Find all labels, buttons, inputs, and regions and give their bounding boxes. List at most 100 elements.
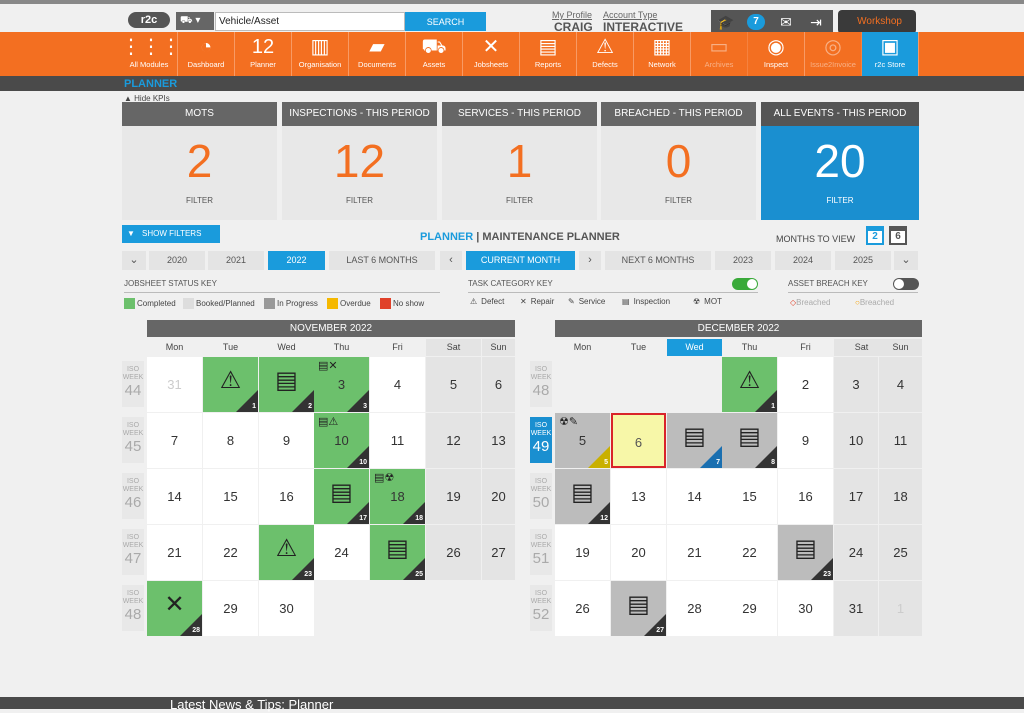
show-filters-button[interactable]: ▼ SHOW FILTERS [122,225,220,243]
prev-month-button[interactable]: ‹ [440,251,462,270]
nav-planner[interactable]: 12 Planner [235,32,292,76]
calendar-day[interactable]: 20 [611,525,666,580]
year-2022[interactable]: 2022 [268,251,325,270]
year-2020[interactable]: 2020 [149,251,205,270]
kpi-filter-link[interactable]: FILTER [601,196,756,205]
nav-issue2invoice[interactable]: ◎ Issue2Invoice [805,32,862,76]
kpi-filter-link[interactable]: FILTER [282,196,437,205]
calendar-day[interactable]: ▤ 27 [611,581,666,636]
asset-breach-toggle[interactable] [893,278,919,290]
nav-all-modules[interactable]: ⋮⋮⋮ All Modules [121,32,181,76]
calendar-day[interactable]: 17 [834,469,878,524]
calendar-day[interactable]: ▤⚠ 10 10 [314,413,369,468]
nav-organisation[interactable]: ▥ Organisation [292,32,349,76]
calendar-day[interactable]: 9 [778,413,833,468]
calendar-day[interactable]: 8 [203,413,258,468]
calendar-day[interactable]: ▤ 12 [555,469,610,524]
calendar-day[interactable]: 4 [879,357,922,412]
last-6-months-button[interactable]: LAST 6 MONTHS [329,251,435,270]
calendar-day[interactable]: 21 [147,525,202,580]
calendar-day[interactable]: 18 [879,469,922,524]
next-month-button[interactable]: › [579,251,601,270]
current-month-button[interactable]: CURRENT MONTH [466,251,575,270]
nav-archives[interactable]: ▭ Archives [691,32,748,76]
nav-reports[interactable]: ▤ Reports [520,32,577,76]
year-2024[interactable]: 2024 [775,251,831,270]
search-input[interactable] [215,12,405,31]
calendar-day[interactable]: 30 [778,581,833,636]
r2c-logo[interactable]: r2c [128,12,170,28]
calendar-day[interactable]: 21 [667,525,722,580]
year-2025[interactable]: 2025 [835,251,891,270]
search-button[interactable]: SEARCH [405,12,486,31]
calendar-day[interactable]: 19 [426,469,481,524]
calendar-day[interactable]: 20 [482,469,515,524]
nav-inspect[interactable]: ◉ Inspect [748,32,805,76]
kpi-card[interactable]: INSPECTIONS - THIS PERIOD 12 FILTER [282,102,437,220]
calendar-day[interactable]: 29 [203,581,258,636]
calendar-day[interactable]: 7 [147,413,202,468]
my-profile-link[interactable]: My Profile [552,10,592,20]
kpi-card[interactable]: ALL EVENTS - THIS PERIOD 20 FILTER [761,102,919,220]
nav-r2c-store[interactable]: ▣ r2c Store [862,32,919,76]
calendar-day[interactable]: 25 [879,525,922,580]
calendar-day[interactable]: 1 [879,581,922,636]
view-2-months-button[interactable]: 2 [866,226,884,245]
account-type-dropdown[interactable]: Account Type [603,10,657,20]
kpi-filter-link[interactable]: FILTER [122,196,277,205]
calendar-day[interactable]: 13 [482,413,515,468]
next-6-months-button[interactable]: NEXT 6 MONTHS [605,251,711,270]
kpi-filter-link[interactable]: FILTER [761,196,919,205]
calendar-day[interactable]: ▤ 7 [667,413,722,468]
calendar-day[interactable]: 27 [482,525,515,580]
calendar-day[interactable]: ▤ 8 [722,413,777,468]
calendar-day[interactable]: 3 [834,357,878,412]
calendar-day[interactable]: 14 [667,469,722,524]
calendar-day[interactable]: 28 [667,581,722,636]
calendar-day[interactable]: 22 [722,525,777,580]
notifications-badge[interactable]: 7 [747,14,765,30]
workshop-button[interactable]: Workshop [838,10,916,34]
kpi-card[interactable]: MOTS 2 FILTER [122,102,277,220]
calendar-day[interactable]: 6 [482,357,515,412]
calendar-day[interactable]: 16 [259,469,314,524]
calendar-day[interactable]: 10 [834,413,878,468]
calendar-day[interactable]: 29 [722,581,777,636]
calendar-day[interactable]: ▤ 25 [370,525,425,580]
calendar-day[interactable]: 19 [555,525,610,580]
calendar-day[interactable]: 13 [611,469,666,524]
calendar-day[interactable]: 15 [722,469,777,524]
year-2021[interactable]: 2021 [208,251,264,270]
asset-type-selector[interactable]: ⛟ ▾ [176,12,214,30]
nav-assets[interactable]: ⛟ Assets [406,32,463,76]
nav-network[interactable]: ▦ Network [634,32,691,76]
nav-defects[interactable]: ⚠ Defects [577,32,634,76]
nav-jobsheets[interactable]: ✕ Jobsheets [463,32,520,76]
calendar-day[interactable]: ▤✕ 3 3 [314,357,369,412]
calendar-day[interactable]: 11 [879,413,922,468]
kpi-filter-link[interactable]: FILTER [442,196,597,205]
calendar-day-today[interactable]: 6 [611,413,666,468]
calendar-day[interactable]: ▤☢ 18 18 [370,469,425,524]
prev-years-button[interactable]: ⌄ [122,251,146,270]
next-years-button[interactable]: ⌄ [894,251,918,270]
calendar-day[interactable]: 24 [834,525,878,580]
calendar-day[interactable]: 2 [778,357,833,412]
calendar-day[interactable]: ☢✎ 5 5 [555,413,610,468]
graduation-cap-icon[interactable]: 🎓 [715,14,737,30]
calendar-day[interactable]: 16 [778,469,833,524]
calendar-day[interactable]: 24 [314,525,369,580]
calendar-day[interactable]: ⚠ 1 [722,357,777,412]
nav-documents[interactable]: ▰ Documents [349,32,406,76]
calendar-day[interactable]: 26 [555,581,610,636]
calendar-day[interactable]: 4 [370,357,425,412]
calendar-day[interactable]: ⚠ 23 [259,525,314,580]
calendar-day[interactable]: 30 [259,581,314,636]
kpi-card[interactable]: BREACHED - THIS PERIOD 0 FILTER [601,102,756,220]
logout-icon[interactable]: ⇥ [805,14,827,30]
year-2023[interactable]: 2023 [715,251,771,270]
calendar-day[interactable]: ▤ 23 [778,525,833,580]
calendar-day[interactable]: 31 [834,581,878,636]
calendar-day[interactable]: ▤ 2 [259,357,314,412]
task-category-toggle[interactable] [732,278,758,290]
